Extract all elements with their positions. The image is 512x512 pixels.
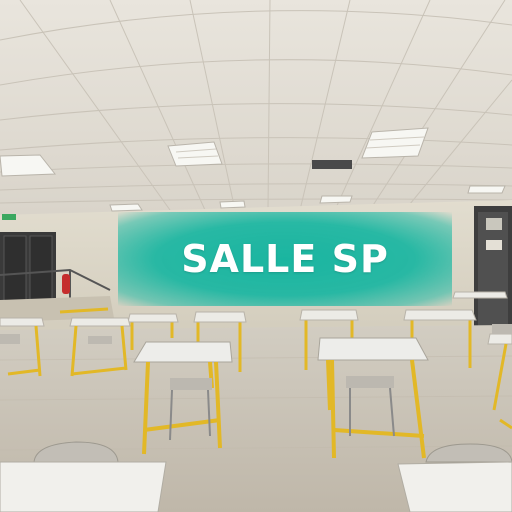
- ceiling: [0, 0, 512, 215]
- desk-front-right: [397, 461, 512, 512]
- room-name-title: SALLE SP: [181, 237, 389, 281]
- ceiling-vent: [312, 160, 352, 169]
- fire-extinguisher-icon: [62, 274, 70, 294]
- exit-sign-icon: [2, 214, 16, 220]
- room-name-banner: SALLE SP: [118, 212, 452, 306]
- room-photo: SALLE SP: [0, 0, 512, 512]
- desk-front-left: [0, 461, 167, 512]
